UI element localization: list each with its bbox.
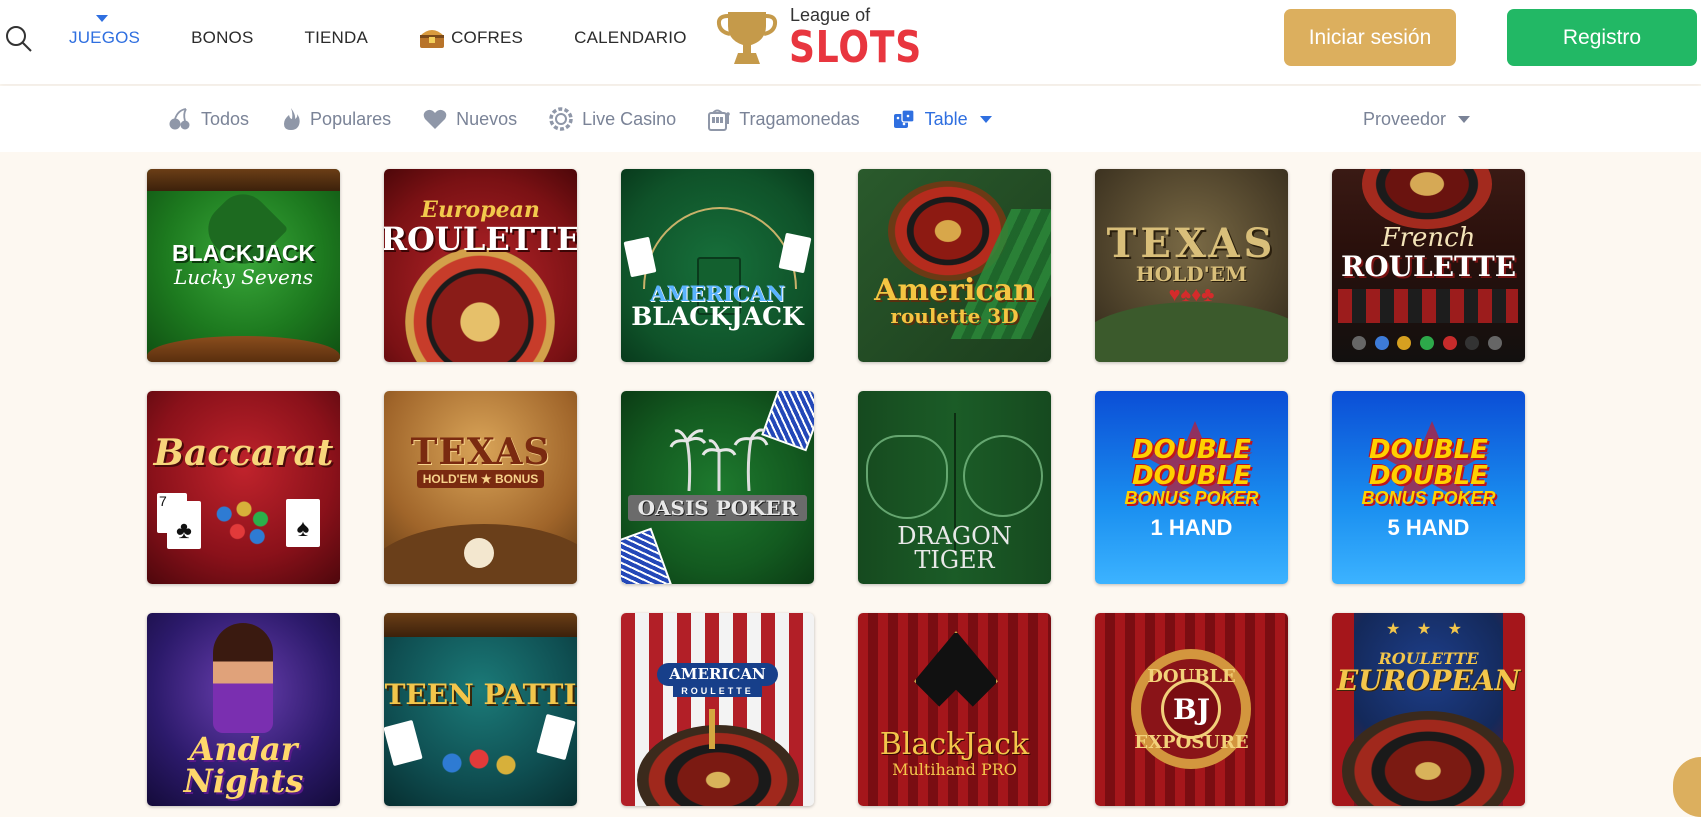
tab-tragamonedas[interactable]: Tragamonedas (708, 107, 860, 131)
suit-icons: ♥♠♦♣ (1168, 284, 1215, 306)
tab-todos[interactable]: Todos (168, 107, 249, 131)
provider-dropdown[interactable]: Proveedor (1363, 86, 1471, 152)
game-tile[interactable]: 7 ♣ ♠ Baccarat (147, 391, 340, 584)
chip-icon (549, 107, 573, 131)
tab-nuevos[interactable]: Nuevos (423, 108, 517, 130)
tab-label: Live Casino (582, 108, 677, 129)
register-button[interactable]: Registro (1507, 9, 1697, 66)
game-title: Baccarat (153, 431, 334, 474)
game-thumbnail (858, 169, 1051, 362)
nav-label: CALENDARIO (574, 28, 687, 47)
game-thumbnail: 7 ♣ ♠ (147, 391, 340, 584)
main-nav: JUEGOS BONOS TIENDA COFRES CALENDARIO (56, 0, 725, 76)
game-title: European ROULETTE (384, 196, 577, 258)
game-tile[interactable]: Andar Nights (147, 613, 340, 806)
flame-icon (284, 108, 300, 130)
search-icon[interactable] (4, 24, 34, 54)
game-tile[interactable]: American roulette 3D (858, 169, 1051, 362)
nav-tienda[interactable]: TIENDA (292, 28, 377, 48)
game-grid: BLACKJACK Lucky Sevens European ROULETTE… (147, 169, 1525, 806)
chevron-down-icon (979, 115, 992, 123)
game-tile[interactable]: TEXAS HOLD'EM ★ BONUS (384, 391, 577, 584)
game-title: OASIS POKER (627, 494, 808, 521)
game-tile[interactable]: DOUBLE DOUBLE BONUS POKER 5 HAND (1332, 391, 1525, 584)
game-title: DOUBLE BJ EXPOSURE (1134, 665, 1249, 753)
game-thumbnail: ★ ★ ★ (1332, 613, 1525, 806)
tab-label: Tragamonedas (739, 108, 860, 129)
game-title: TEEN PATTI (384, 677, 577, 711)
game-thumbnail (384, 391, 577, 584)
game-thumbnail (621, 169, 814, 362)
tab-label: Todos (201, 108, 250, 129)
nav-calendario[interactable]: CALENDARIO (561, 28, 695, 48)
category-filter-bar: Todos Populares Nuevos Live Casino Traga… (0, 86, 1701, 152)
game-title: French ROULETTE (1340, 222, 1517, 283)
tab-populares[interactable]: Populares (281, 107, 391, 131)
game-title: AMERICAN ROULETTE (657, 662, 778, 697)
chevron-down-icon (1458, 115, 1471, 123)
game-title: DOUBLE DOUBLE BONUS POKER 1 HAND (1124, 434, 1259, 540)
logo-text-big: SLOTS (789, 22, 923, 73)
game-tile[interactable]: OASIS POKER (621, 391, 814, 584)
tab-live-casino[interactable]: Live Casino (549, 107, 676, 131)
top-header: JUEGOS BONOS TIENDA COFRES CALENDARIO Le… (0, 0, 1701, 84)
dice-icon (893, 109, 915, 128)
game-tile[interactable]: DRAGON TIGER (858, 391, 1051, 584)
nav-label: JUEGOS (69, 28, 141, 47)
site-logo[interactable]: League of SLOTS (716, 4, 921, 73)
tab-table[interactable]: Table (892, 107, 992, 131)
game-title: Andar Nights (183, 729, 304, 800)
game-tile[interactable]: AMERICAN ROULETTE (621, 613, 814, 806)
nav-juegos[interactable]: JUEGOS (56, 15, 148, 48)
game-tile[interactable]: TEXAS HOLD'EM ♥♠♦♣ (1095, 169, 1288, 362)
nav-bonos[interactable]: BONOS (178, 28, 261, 48)
game-title: BLACKJACK Lucky Sevens (171, 240, 316, 290)
game-title: DOUBLE DOUBLE BONUS POKER 5 HAND (1361, 434, 1496, 540)
game-title: American roulette 3D (874, 272, 1035, 328)
game-title: BlackJack Multihand PRO (879, 727, 1030, 780)
nav-cofres[interactable]: COFRES (406, 27, 531, 49)
nav-label: COFRES (451, 28, 524, 47)
game-title: AMERICAN BLACKJACK (631, 280, 804, 331)
game-tile[interactable]: DOUBLE BJ EXPOSURE (1095, 613, 1288, 806)
game-tile[interactable]: European ROULETTE (384, 169, 577, 362)
game-tile[interactable]: BlackJack Multihand PRO (858, 613, 1051, 806)
game-tile[interactable]: BLACKJACK Lucky Sevens (147, 169, 340, 362)
cherries-icon (169, 108, 190, 130)
tab-label: Populares (310, 108, 392, 129)
active-indicator-icon (96, 15, 109, 22)
game-tile[interactable]: AMERICAN BLACKJACK (621, 169, 814, 362)
game-thumbnail (621, 613, 814, 806)
chest-icon (419, 27, 445, 49)
heart-icon (423, 109, 447, 129)
game-tile[interactable]: DOUBLE DOUBLE BONUS POKER 1 HAND (1095, 391, 1288, 584)
game-title: TEXAS HOLD'EM ♥♠♦♣ (1106, 220, 1277, 307)
game-title: DRAGON TIGER (897, 521, 1012, 574)
trophy-icon (716, 12, 778, 64)
tab-label: Nuevos (456, 108, 518, 129)
category-tabs: Todos Populares Nuevos Live Casino Traga… (168, 86, 1024, 152)
game-tile[interactable]: TEEN PATTI (384, 613, 577, 806)
game-title: ROULETTE EUROPEAN (1336, 648, 1521, 697)
nav-label: BONOS (191, 28, 254, 47)
nav-label: TIENDA (304, 28, 369, 47)
game-tile[interactable]: French ROULETTE (1332, 169, 1525, 362)
provider-label: Proveedor (1363, 108, 1447, 129)
login-button[interactable]: Iniciar sesión (1284, 9, 1456, 66)
game-tile[interactable]: ★ ★ ★ ROULETTE EUROPEAN (1332, 613, 1525, 806)
game-title: TEXAS HOLD'EM ★ BONUS (410, 430, 551, 488)
game-thumbnail (621, 391, 814, 584)
tab-label: Table (924, 108, 968, 129)
chat-widget-button[interactable] (1673, 757, 1701, 817)
slot-machine-icon (708, 109, 731, 131)
